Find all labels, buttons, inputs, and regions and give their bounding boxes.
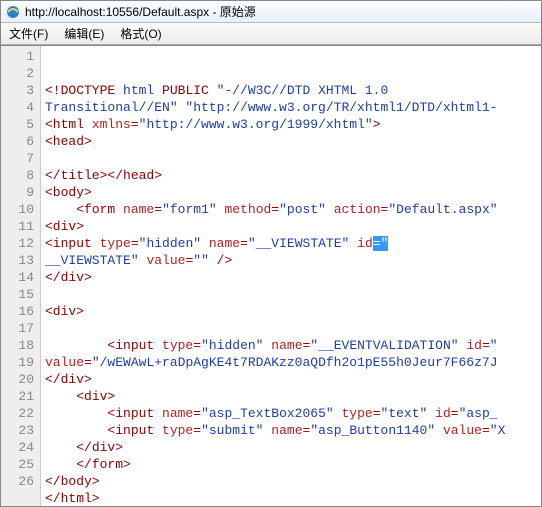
code-line: <input type="hidden" name="__VIEWSTATE" … xyxy=(45,235,541,252)
code-line: <div> xyxy=(45,218,541,235)
menubar: 文件(F) 编辑(E) 格式(O) xyxy=(1,23,541,45)
code-line xyxy=(45,286,541,303)
window-title: http://localhost:10556/Default.aspx - 原始… xyxy=(25,3,256,20)
code-line: <div> xyxy=(45,303,541,320)
code-line xyxy=(45,48,541,65)
code-line: <input type="hidden" name="__EVENTVALIDA… xyxy=(45,337,541,354)
menu-format[interactable]: 格式(O) xyxy=(112,23,169,44)
code-line: Transitional//EN" "http://www.w3.org/TR/… xyxy=(45,99,541,116)
line-number: 26 xyxy=(1,473,40,490)
line-number: 1 xyxy=(1,48,40,65)
source-code[interactable]: <!DOCTYPE html PUBLIC "-//W3C//DTD XHTML… xyxy=(41,46,541,506)
line-number: 20 xyxy=(1,371,40,388)
code-line: </div> xyxy=(45,439,541,456)
line-number: 7 xyxy=(1,150,40,167)
code-line: <form name="form1" method="post" action=… xyxy=(45,201,541,218)
line-number: 19 xyxy=(1,354,40,371)
line-number: 16 xyxy=(1,303,40,320)
line-number: 12 xyxy=(1,235,40,252)
line-number: 2 xyxy=(1,65,40,82)
line-number: 10 xyxy=(1,201,40,218)
line-number: 15 xyxy=(1,286,40,303)
line-number: 5 xyxy=(1,116,40,133)
line-number: 11 xyxy=(1,218,40,235)
titlebar: http://localhost:10556/Default.aspx - 原始… xyxy=(1,1,541,23)
code-line: <html xmlns="http://www.w3.org/1999/xhtm… xyxy=(45,116,541,133)
line-number: 4 xyxy=(1,99,40,116)
line-number: 9 xyxy=(1,184,40,201)
line-number: 23 xyxy=(1,422,40,439)
line-number: 8 xyxy=(1,167,40,184)
code-line: </body> xyxy=(45,473,541,490)
code-line: </title></head> xyxy=(45,167,541,184)
line-number: 13 xyxy=(1,252,40,269)
code-line: </div> xyxy=(45,269,541,286)
menu-file[interactable]: 文件(F) xyxy=(1,23,56,44)
selection-highlight: =" xyxy=(373,236,389,251)
code-line: </div> xyxy=(45,371,541,388)
code-line: <!DOCTYPE html PUBLIC "-//W3C//DTD XHTML… xyxy=(45,82,541,99)
line-number: 3 xyxy=(1,82,40,99)
code-line: </form> xyxy=(45,456,541,473)
line-number: 21 xyxy=(1,388,40,405)
code-line: <head> xyxy=(45,133,541,150)
code-line xyxy=(45,150,541,167)
code-line: <div> xyxy=(45,388,541,405)
line-number: 14 xyxy=(1,269,40,286)
code-line: <input type="submit" name="asp_Button114… xyxy=(45,422,541,439)
line-number: 22 xyxy=(1,405,40,422)
code-line: __VIEWSTATE" value="" /> xyxy=(45,252,541,269)
ie-icon xyxy=(5,4,21,20)
code-line xyxy=(45,320,541,337)
menu-edit[interactable]: 编辑(E) xyxy=(56,23,112,44)
code-line: <input name="asp_TextBox2065" type="text… xyxy=(45,405,541,422)
code-line: value="/wEWAwL+raDpAgKE4t7RDAKzz0aQDfh2o… xyxy=(45,354,541,371)
line-number: 24 xyxy=(1,439,40,456)
line-number: 25 xyxy=(1,456,40,473)
line-gutter: 1 2 3 4 5 6 7 8 9 10 11 12 13 14 15 16 1… xyxy=(1,46,41,506)
code-line xyxy=(45,65,541,82)
code-line: <body> xyxy=(45,184,541,201)
code-line: </html> xyxy=(45,490,541,506)
line-number: 17 xyxy=(1,320,40,337)
line-number: 6 xyxy=(1,133,40,150)
content-area: 1 2 3 4 5 6 7 8 9 10 11 12 13 14 15 16 1… xyxy=(1,45,541,506)
line-number: 18 xyxy=(1,337,40,354)
